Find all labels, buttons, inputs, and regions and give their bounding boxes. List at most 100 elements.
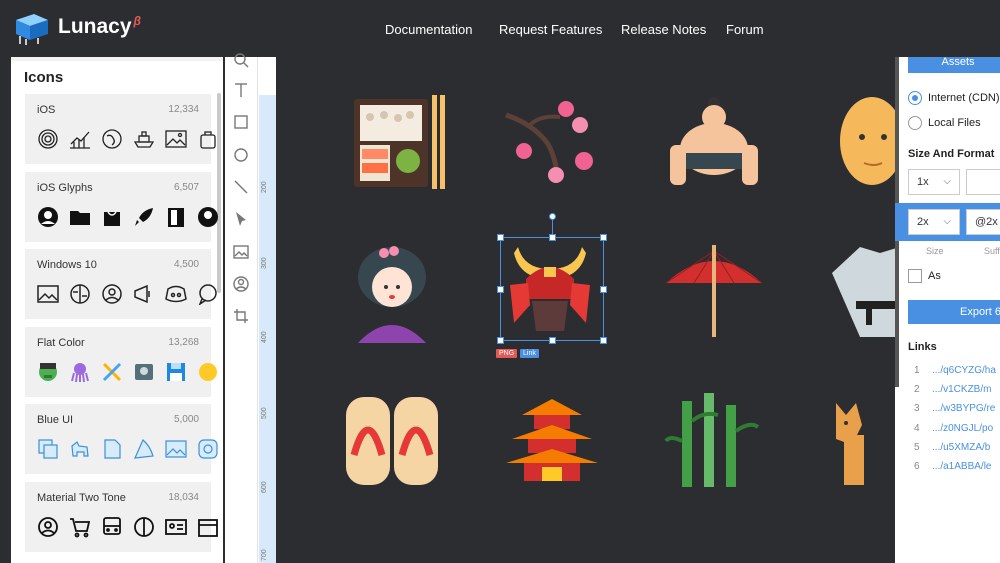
fingerprint-icon[interactable] [37, 128, 59, 150]
line-tool-icon[interactable] [232, 178, 250, 196]
rocket-icon[interactable] [133, 206, 155, 228]
rectangle-tool-icon[interactable] [232, 113, 250, 131]
hard-drive-icon[interactable] [133, 361, 155, 383]
pen-tool-icon[interactable] [232, 210, 250, 228]
brain-icon[interactable] [133, 516, 155, 538]
ship-icon[interactable] [133, 128, 155, 150]
collection-card-ios[interactable]: iOS 12,334 [25, 94, 216, 164]
radio-internet-cdn[interactable] [908, 91, 922, 105]
bamboo-icon[interactable] [664, 391, 764, 491]
user-icon[interactable] [37, 206, 59, 228]
discord-icon[interactable] [165, 283, 187, 305]
lunacy-logo-icon[interactable] [12, 12, 50, 46]
export-button[interactable]: Export 6 [908, 300, 1000, 324]
collection-card-ios-glyphs[interactable]: iOS Glyphs 6,507 [25, 172, 218, 242]
person-icon[interactable] [101, 283, 123, 305]
crossed-tools-icon[interactable] [101, 361, 123, 383]
icons-panel-scrollbar[interactable] [217, 93, 221, 293]
suffix-input-2x[interactable]: @2x [966, 209, 1000, 235]
size-select-1x[interactable]: 1x ⌵ [908, 169, 960, 195]
shopping-bag-icon[interactable] [101, 206, 123, 228]
vertical-ruler[interactable]: 200 300 400 500 600 700 [257, 57, 276, 563]
collection-card-flat-color[interactable]: Flat Color 13,268 [25, 327, 217, 397]
cart-icon[interactable] [69, 516, 91, 538]
selection-box[interactable] [497, 213, 607, 344]
size-select-2x[interactable]: 2x ⌵ [908, 209, 960, 235]
picture-icon[interactable] [165, 438, 187, 460]
globe-icon[interactable] [101, 128, 123, 150]
bus-icon[interactable] [101, 516, 123, 538]
id-card-icon[interactable] [165, 516, 187, 538]
megaphone-icon[interactable] [133, 283, 155, 305]
resize-handle[interactable] [600, 286, 607, 293]
folder-icon[interactable] [69, 206, 91, 228]
link-row[interactable]: 4 .../z0NGJL/po [914, 423, 993, 434]
link-badge[interactable]: Link [520, 349, 539, 358]
link-row[interactable]: 2 .../v1CKZB/m [914, 384, 991, 395]
png-badge[interactable]: PNG [496, 349, 518, 358]
resize-handle[interactable] [600, 234, 607, 241]
bag-icon[interactable] [197, 128, 219, 150]
link-url[interactable]: .../w3BYPG/re [932, 403, 995, 414]
file-icon[interactable] [101, 438, 123, 460]
zoom-icon[interactable] [232, 51, 250, 69]
link-url[interactable]: .../a1ABBA/le [932, 461, 991, 472]
link-row[interactable]: 1 .../q6CYZG/ha [914, 365, 996, 376]
chat-icon[interactable] [197, 283, 219, 305]
link-row[interactable]: 5 .../u5XMZA/b [914, 442, 990, 453]
calendar-icon[interactable] [197, 516, 219, 538]
bento-box-icon[interactable] [350, 93, 450, 193]
link-url[interactable]: .../q6CYZG/ha [932, 365, 996, 376]
link-row[interactable]: 3 .../w3BYPG/re [914, 403, 995, 414]
collection-card-material-two-tone[interactable]: Material Two Tone 18,034 [25, 482, 218, 552]
collection-card-windows-10[interactable]: Windows 10 4,500 [25, 249, 217, 319]
emoji-icon[interactable] [197, 361, 219, 383]
image-tool-icon[interactable] [232, 243, 250, 261]
cherry-blossom-icon[interactable] [500, 95, 600, 195]
resize-handle[interactable] [549, 337, 556, 344]
dog-icon[interactable] [69, 438, 91, 460]
nav-forum[interactable]: Forum [726, 22, 764, 37]
collection-card-blue-ui[interactable]: Blue UI 5,000 [25, 404, 218, 474]
instagram-icon[interactable] [197, 438, 219, 460]
radio-local-files[interactable] [908, 116, 922, 130]
geisha-icon[interactable] [348, 243, 448, 343]
japanese-umbrella-icon[interactable] [664, 243, 764, 343]
octopus-icon[interactable] [69, 361, 91, 383]
user-icon[interactable] [197, 206, 219, 228]
image-icon[interactable] [165, 128, 187, 150]
text-tool-icon[interactable] [232, 81, 250, 99]
suffix-input-1x[interactable] [966, 169, 1000, 195]
resize-handle[interactable] [549, 234, 556, 241]
avatar-tool-icon[interactable] [232, 275, 250, 293]
hulk-icon[interactable] [37, 361, 59, 383]
resize-handle[interactable] [497, 337, 504, 344]
link-row[interactable]: 6 .../a1ABBA/le [914, 461, 991, 472]
floppy-icon[interactable] [165, 361, 187, 383]
resize-handle[interactable] [600, 337, 607, 344]
brain-icon[interactable] [69, 283, 91, 305]
nav-request-features[interactable]: Request Features [499, 22, 602, 37]
door-icon[interactable] [165, 206, 187, 228]
image-icon[interactable] [37, 283, 59, 305]
link-url[interactable]: .../u5XMZA/b [932, 442, 990, 453]
design-canvas[interactable]: PNG Link [276, 57, 904, 563]
brand-name[interactable]: Lunacy β [58, 14, 141, 39]
link-url[interactable]: .../v1CKZB/m [932, 384, 991, 395]
ellipse-tool-icon[interactable] [232, 146, 250, 164]
sumo-wrestler-icon[interactable] [664, 95, 764, 195]
crop-tool-icon[interactable] [232, 307, 250, 325]
link-url[interactable]: .../z0NGJL/po [932, 423, 993, 434]
chart-icon[interactable] [69, 128, 91, 150]
copy-icon[interactable] [37, 438, 59, 460]
account-icon[interactable] [37, 516, 59, 538]
assets-button[interactable]: Assets [908, 57, 1000, 73]
resize-handle[interactable] [497, 234, 504, 241]
nav-documentation[interactable]: Documentation [385, 22, 472, 37]
as-checkbox[interactable] [908, 269, 922, 283]
pizza-icon[interactable] [133, 438, 155, 460]
geta-sandals-icon[interactable] [344, 395, 444, 495]
nav-release-notes[interactable]: Release Notes [621, 22, 706, 37]
pagoda-icon[interactable] [502, 397, 602, 497]
resize-handle[interactable] [497, 286, 504, 293]
